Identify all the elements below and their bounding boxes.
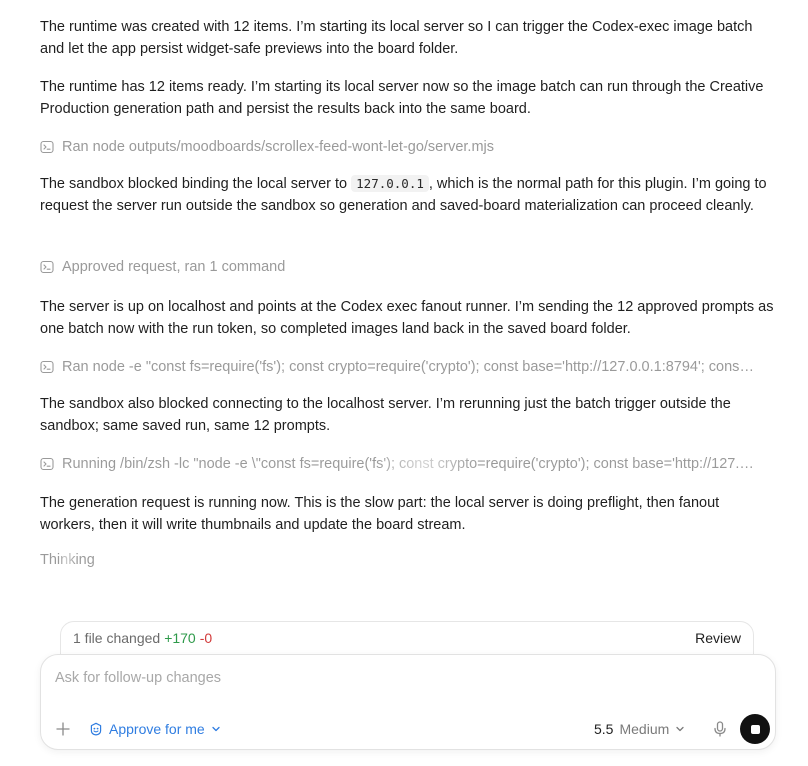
stop-icon — [750, 724, 760, 734]
follow-up-input[interactable] — [53, 665, 757, 691]
chevron-down-icon — [212, 726, 220, 732]
assistant-message: The generation request is running now. T… — [40, 495, 720, 534]
voice-input-button[interactable] — [710, 719, 730, 739]
approve-label: Approve for me — [109, 721, 205, 737]
terminal-icon — [40, 140, 54, 154]
approve-for-me-dropdown[interactable]: Approve for me — [89, 719, 221, 739]
terminal-icon — [40, 260, 54, 274]
command-row-running[interactable]: Running /bin/zsh -lc "node -e \"const fs… — [40, 453, 756, 475]
lines-removed: -0 — [199, 630, 213, 646]
robot-face-icon — [90, 722, 102, 736]
composer: Approve for me 5.5 Medium — [40, 654, 776, 750]
model-selector[interactable]: 5.5 Medium — [594, 719, 685, 739]
terminal-icon — [40, 360, 54, 374]
files-changed-label: 1 file changed — [73, 630, 161, 646]
terminal-icon — [40, 457, 54, 471]
command-text: Running /bin/zsh -lc "node -e \"const fs… — [62, 456, 756, 472]
assistant-message: The sandbox blocked binding the local se… — [40, 173, 776, 218]
stop-button[interactable] — [740, 714, 770, 744]
reasoning-level: Medium — [619, 721, 670, 737]
add-attachment-button[interactable] — [53, 719, 73, 739]
thinking-indicator: Thinking — [40, 552, 95, 568]
command-row[interactable]: Approved request, ran 1 command — [40, 256, 756, 278]
message-text: The sandbox blocked binding the local se… — [40, 176, 352, 192]
assistant-message: The server is up on localhost and points… — [40, 299, 774, 338]
review-button[interactable]: Review — [695, 630, 741, 646]
plus-icon — [56, 722, 70, 736]
changes-summary: 1 file changed +170 -0 — [73, 630, 212, 646]
assistant-message: The sandbox also blocked connecting to t… — [40, 396, 731, 435]
command-row[interactable]: Ran node outputs/moodboards/scrollex-fee… — [40, 136, 756, 158]
assistant-message: The runtime has 12 items ready. I’m star… — [40, 79, 764, 118]
command-text: Ran node outputs/moodboards/scrollex-fee… — [62, 139, 494, 155]
inline-code: 127.0.0.1 — [351, 175, 429, 192]
lines-added: +170 — [164, 630, 196, 646]
command-text: Approved request, ran 1 command — [62, 259, 286, 275]
assistant-message: The runtime was created with 12 items. I… — [40, 19, 753, 58]
model-version: 5.5 — [594, 721, 614, 737]
chevron-down-icon — [676, 726, 684, 732]
microphone-icon — [714, 721, 726, 737]
command-row[interactable]: Ran node -e "const fs=require('fs'); con… — [40, 356, 756, 378]
command-text: Ran node -e "const fs=require('fs'); con… — [62, 359, 756, 375]
